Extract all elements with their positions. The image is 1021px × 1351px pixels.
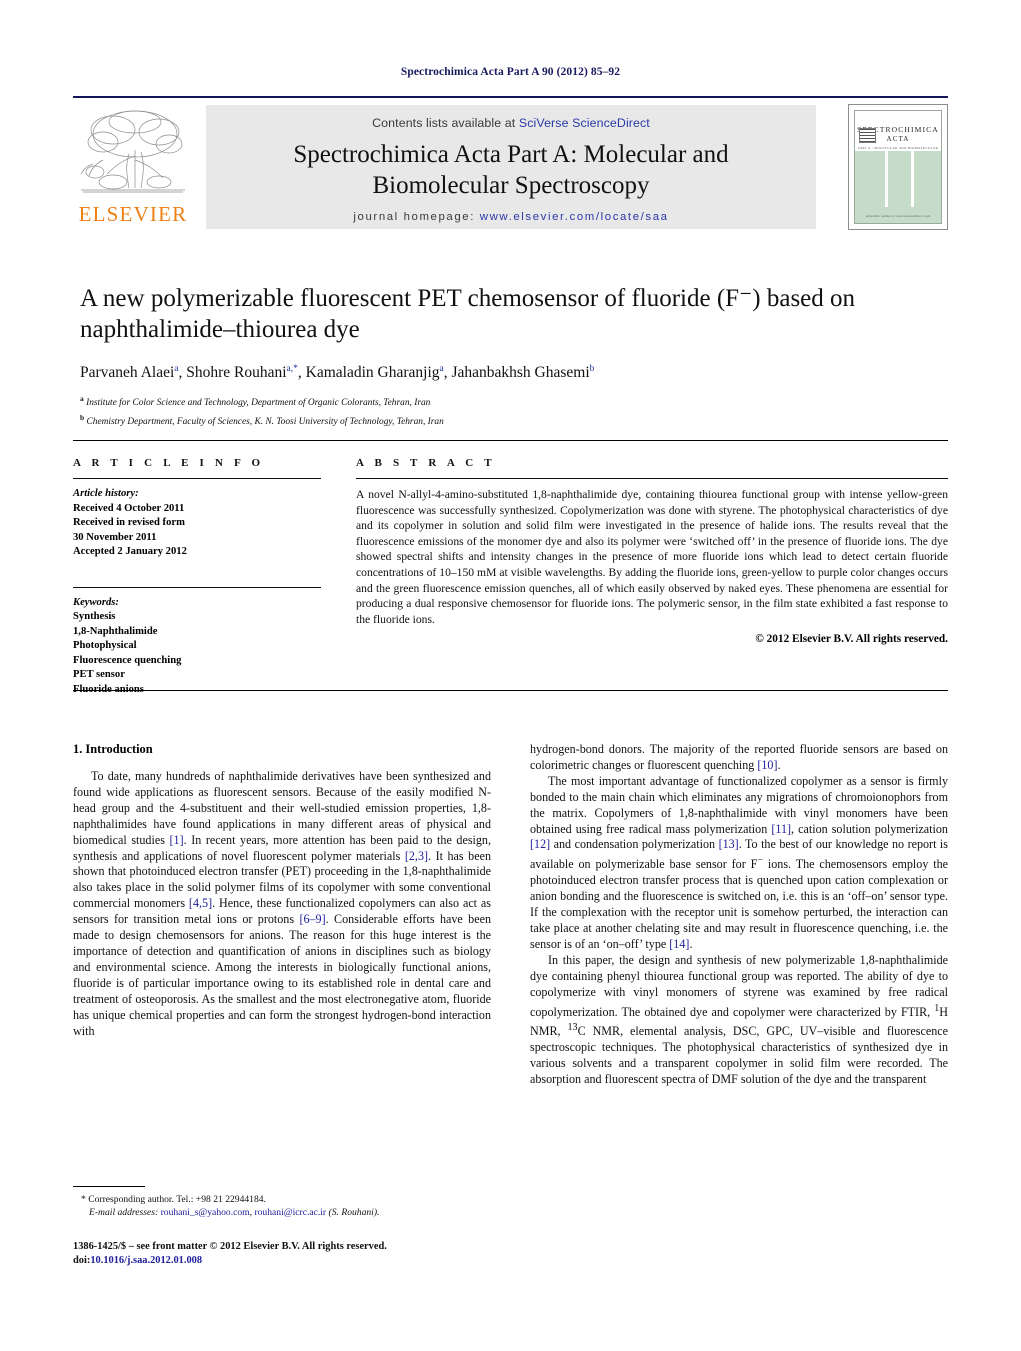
- journal-cover-thumbnail: SPECTROCHIMICA ACTA PART A : MOLECULAR A…: [848, 104, 948, 230]
- paragraph: The most important advantage of function…: [530, 773, 948, 951]
- email-addresses-note: E-mail addresses: rouhani_s@yahoo.com, r…: [89, 1207, 380, 1218]
- elsevier-wordmark: ELSEVIER: [78, 202, 188, 226]
- abstract-heading: A B S T R A C T: [356, 457, 496, 469]
- keyword-item: 1,8-Naphthalimide: [73, 625, 158, 637]
- title-block: A new polymerizable fluorescent PET chem…: [80, 283, 960, 429]
- paragraph: hydrogen-bond donors. The majority of th…: [530, 742, 948, 772]
- paragraph: In this paper, the design and synthesis …: [530, 952, 948, 1087]
- doi-line: doi:10.1016/j.saa.2012.01.008: [73, 1254, 513, 1268]
- article-history-label: Article history:: [73, 488, 139, 499]
- contents-available-line: Contents lists available at SciVerse Sci…: [206, 105, 816, 130]
- keyword-item: PET sensor: [73, 669, 125, 680]
- abstract-rule: [356, 478, 948, 479]
- article-info-rule: [73, 478, 321, 479]
- accepted-date: Accepted 2 January 2012: [73, 546, 187, 557]
- journal-title-line2: Biomolecular Spectroscopy: [372, 172, 650, 199]
- cover-footer: Available online at www.sciencedirect.co…: [865, 214, 931, 218]
- article-info-heading: A R T I C L E I N F O: [73, 457, 265, 469]
- body-columns: 1. Introduction To date, many hundreds o…: [73, 742, 948, 1088]
- imprint-block: 1386-1425/$ – see front matter © 2012 El…: [73, 1240, 513, 1268]
- masthead: ELSEVIER Contents lists available at Sci…: [73, 104, 948, 232]
- abstract-text: A novel N-allyl-4-amino-substituted 1,8-…: [356, 488, 948, 626]
- affiliations: a Institute for Color Science and Techno…: [80, 392, 960, 429]
- elsevier-tree-icon: [80, 110, 185, 193]
- revised-date: 30 November 2011: [73, 531, 157, 543]
- doi-prefix: doi:: [73, 1255, 91, 1266]
- section-title-introduction: 1. Introduction: [73, 742, 153, 756]
- keywords-rule: [73, 586, 321, 588]
- keywords-label: Keywords:: [73, 596, 119, 608]
- footnote-block: * Corresponding author. Tel.: +98 21 229…: [73, 1193, 493, 1219]
- cover-barcode-icon: [859, 128, 876, 143]
- cover-inner-frame: SPECTROCHIMICA ACTA PART A : MOLECULAR A…: [854, 110, 942, 224]
- running-head: Spectrochimica Acta Part A 90 (2012) 85–…: [400, 66, 621, 78]
- journal-banner: Contents lists available at SciVerse Sci…: [206, 105, 816, 229]
- corresponding-author-note: * Corresponding author. Tel.: +98 21 229…: [81, 1194, 266, 1205]
- paragraph: To date, many hundreds of naphthalimide …: [73, 769, 492, 1038]
- journal-article-page: Spectrochimica Acta Part A 90 (2012) 85–…: [0, 0, 1021, 1351]
- abstract-copyright: © 2012 Elsevier B.V. All rights reserved…: [755, 633, 948, 646]
- body-left-column: 1. Introduction To date, many hundreds o…: [73, 742, 491, 1088]
- revised-label: Received in revised form: [73, 517, 185, 528]
- keyword-item: Fluorescence quenching: [73, 654, 182, 666]
- sciencedirect-link[interactable]: SciVerse ScienceDirect: [519, 116, 650, 130]
- band-gutter: [321, 457, 356, 697]
- affiliation-b: b Chemistry Department, Faculty of Scien…: [80, 412, 444, 427]
- header-rule: [73, 96, 948, 98]
- abstract-column: A B S T R A C T A novel N-allyl-4-amino-…: [356, 457, 948, 697]
- journal-title: Spectrochimica Acta Part A: Molecular an…: [206, 139, 816, 201]
- body-right-column: hydrogen-bond donors. The majority of th…: [530, 742, 948, 1088]
- homepage-label: journal homepage:: [353, 211, 475, 223]
- info-abstract-band: A R T I C L E I N F O Article history: R…: [73, 440, 948, 697]
- author-list: Parvaneh Alaeia, Shohre Rouhania,*, Kama…: [80, 364, 595, 382]
- homepage-url-link[interactable]: www.elsevier.com/locate/saa: [480, 211, 669, 223]
- body-gutter: [491, 742, 530, 1088]
- contents-prefix: Contents lists available at: [372, 116, 519, 130]
- page-title: A new polymerizable fluorescent PET chem…: [80, 285, 856, 343]
- journal-title-line1: Spectrochimica Acta Part A: Molecular an…: [293, 141, 729, 168]
- article-info-column: A R T I C L E I N F O Article history: R…: [73, 457, 321, 697]
- affiliation-a-text: Institute for Color Science and Technolo…: [86, 398, 431, 409]
- cover-stripe-2: [911, 151, 914, 207]
- band-top-rule: [73, 440, 948, 441]
- doi-link[interactable]: 10.1016/j.saa.2012.01.008: [90, 1255, 202, 1266]
- affiliation-b-text: Chemistry Department, Faculty of Science…: [86, 416, 444, 427]
- issn-front-matter: 1386-1425/$ – see front matter © 2012 El…: [73, 1241, 387, 1252]
- cover-stripe-1: [885, 151, 888, 207]
- received-date: Received 4 October 2011: [73, 502, 185, 514]
- keyword-item: Photophysical: [73, 640, 137, 651]
- cover-body: Available online at www.sciencedirect.co…: [855, 151, 941, 223]
- elsevier-logo: ELSEVIER: [73, 104, 193, 230]
- footnote-rule: [73, 1186, 145, 1187]
- affiliation-a: a Institute for Color Science and Techno…: [80, 394, 431, 409]
- keyword-item: Synthesis: [73, 611, 116, 622]
- journal-homepage-line: journal homepage: www.elsevier.com/locat…: [206, 211, 816, 223]
- band-bottom-rule: [73, 690, 948, 691]
